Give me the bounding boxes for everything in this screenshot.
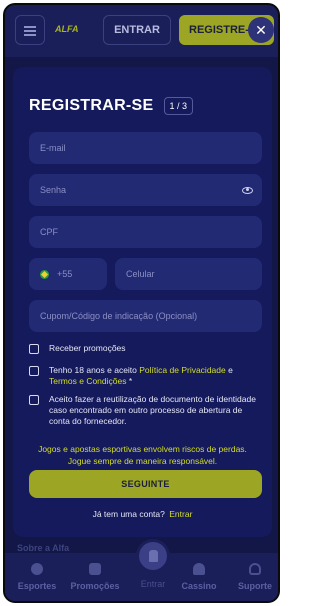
reuse-docs-label: Aceito fazer a reutilização de documento… — [49, 394, 256, 426]
email-placeholder: E-mail — [40, 143, 66, 153]
menu-icon-line — [24, 26, 36, 28]
password-field[interactable]: Senha — [29, 174, 262, 206]
top-bar: ALFA ENTRAR REGISTRE- ✕ — [5, 5, 278, 57]
have-account-text: Já tem uma conta? — [92, 509, 165, 519]
nav-item-esportes[interactable]: Esportes — [9, 563, 65, 591]
age-terms-checkbox-row[interactable]: Tenho 18 anos e aceito Política de Priva… — [29, 365, 259, 387]
nav-label: Cassino — [181, 581, 217, 591]
eye-icon[interactable] — [242, 186, 253, 194]
next-button[interactable]: SEGUINTE — [29, 470, 262, 498]
password-placeholder: Senha — [40, 185, 67, 195]
nav-item-suporte[interactable]: Suporte — [227, 563, 278, 591]
privacy-policy-link[interactable]: Política de Privacidade — [139, 365, 225, 375]
menu-icon-line — [24, 34, 36, 36]
spade-icon — [193, 563, 205, 575]
nav-item-cassino[interactable]: Cassino — [171, 563, 227, 591]
nav-label: Suporte — [237, 581, 272, 591]
country-code-select[interactable]: +55 — [29, 258, 107, 290]
nav-label: Esportes — [17, 581, 57, 591]
referral-placeholder: Cupom/Código de indicação (Opcional) — [40, 311, 198, 321]
user-icon[interactable] — [136, 539, 170, 573]
bottom-navigation: Esportes Promoções Entrar Cassino Suport… — [5, 539, 278, 601]
step-indicator: 1 / 3 — [163, 97, 194, 115]
responsible-gaming-notice: Jogos e apostas esportivas envolvem risc… — [23, 443, 262, 467]
login-prompt: Já tem uma conta? Entrar — [13, 509, 272, 519]
notice-line-1: Jogos e apostas esportivas envolvem risc… — [38, 444, 247, 454]
reuse-docs-checkbox[interactable] — [29, 395, 39, 405]
nav-label: Promoções — [70, 581, 120, 591]
nav-item-promocoes[interactable]: Promoções — [67, 563, 123, 591]
register-modal: REGISTRAR-SE 1 / 3 E-mail Senha CPF +55 … — [13, 67, 272, 537]
terms-link[interactable]: Termos e Condições — [49, 376, 126, 386]
age-terms-checkbox[interactable] — [29, 366, 39, 376]
headset-icon — [249, 563, 261, 575]
login-button[interactable]: ENTRAR — [103, 15, 171, 45]
login-link[interactable]: Entrar — [169, 509, 192, 519]
promotions-label: Receber promoções — [49, 343, 126, 353]
country-code-value: +55 — [57, 269, 73, 279]
menu-icon-line — [24, 30, 36, 32]
brazil-flag-icon — [40, 269, 49, 279]
phone-frame: ALFA ENTRAR REGISTRE- ✕ Sobre a Alfa REG… — [3, 3, 280, 603]
soccer-ball-icon — [31, 563, 43, 575]
cpf-field[interactable]: CPF — [29, 216, 262, 248]
age-terms-label: Tenho 18 anos e aceito Política de Priva… — [49, 365, 259, 387]
about-section-label: Sobre a Alfa — [17, 543, 70, 553]
menu-button[interactable] — [15, 15, 45, 45]
notice-line-2: Jogue sempre de maneira responsável. — [67, 456, 218, 466]
age-terms-middle: e — [225, 365, 233, 375]
gift-icon — [89, 563, 101, 575]
required-marker: * — [126, 376, 133, 386]
close-icon[interactable]: ✕ — [248, 17, 274, 43]
phone-placeholder: Celular — [126, 269, 155, 279]
cpf-placeholder: CPF — [40, 227, 58, 237]
promotions-checkbox-row[interactable]: Receber promoções — [29, 343, 126, 354]
brand-logo[interactable]: ALFA — [55, 24, 79, 34]
reuse-docs-checkbox-row[interactable]: Aceito fazer a reutilização de documento… — [29, 394, 257, 427]
age-terms-prefix: Tenho 18 anos e aceito — [49, 365, 140, 375]
email-field[interactable]: E-mail — [29, 132, 262, 164]
phone-field[interactable]: Celular — [115, 258, 262, 290]
referral-code-field[interactable]: Cupom/Código de indicação (Opcional) — [29, 300, 262, 332]
promotions-checkbox[interactable] — [29, 344, 39, 354]
nav-label: Entrar — [140, 579, 166, 589]
modal-title: REGISTRAR-SE — [29, 97, 154, 114]
modal-header: REGISTRAR-SE 1 / 3 — [29, 97, 194, 115]
